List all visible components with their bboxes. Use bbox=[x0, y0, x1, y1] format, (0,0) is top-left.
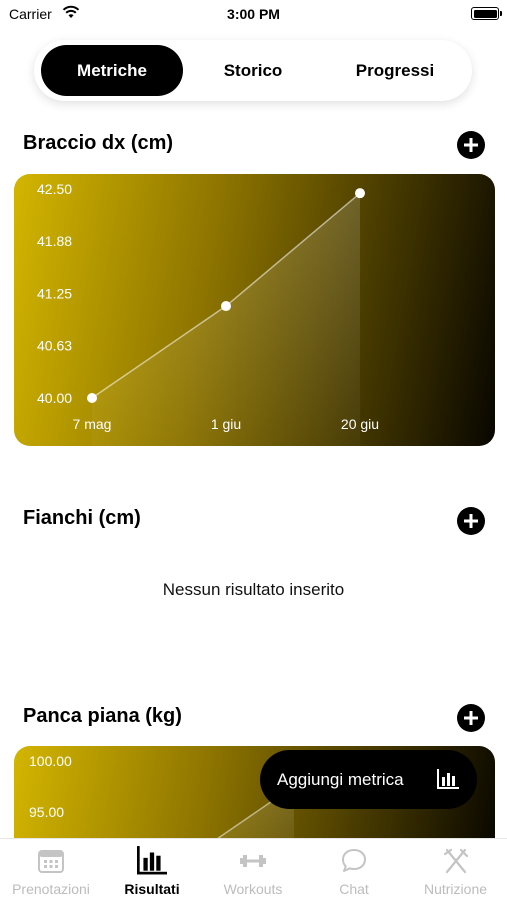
y-tick-label: 40.00 bbox=[37, 390, 72, 406]
chart-braccio: 40.00 40.63 41.25 41.88 42.50 7 mag 1 giu 20 gi… bbox=[37, 181, 379, 446]
x-tick-label: 20 giu bbox=[341, 416, 379, 432]
tab-label: Risultati bbox=[124, 881, 180, 897]
section-title-fianchi: Fianchi (cm) bbox=[23, 507, 141, 529]
tab-label: Workouts bbox=[223, 881, 283, 897]
tab-label: Nutrizione bbox=[423, 881, 488, 897]
series-area bbox=[92, 193, 360, 446]
dumbbell-icon bbox=[240, 855, 266, 867]
add-panca-button[interactable] bbox=[457, 704, 485, 732]
calendar-icon bbox=[38, 850, 64, 873]
tab-prenotazioni[interactable]: Prenotazioni bbox=[0, 839, 102, 900]
tab-label: Prenotazioni bbox=[12, 881, 90, 897]
plus-icon bbox=[464, 138, 478, 152]
clock: 3:00 PM bbox=[227, 6, 280, 22]
battery-icon bbox=[471, 7, 502, 20]
x-tick-label: 7 mag bbox=[73, 416, 112, 432]
tab-risultati[interactable]: Risultati bbox=[102, 839, 202, 900]
empty-message: Nessun risultato inserito bbox=[162, 580, 345, 599]
y-tick-label: 41.88 bbox=[37, 233, 72, 249]
tab-metriche[interactable]: Metriche bbox=[41, 45, 183, 96]
tab-chat[interactable]: Chat bbox=[304, 839, 404, 900]
bar-chart-icon bbox=[437, 769, 459, 789]
y-tick-label: 100.00 bbox=[29, 753, 72, 769]
tab-workouts[interactable]: Workouts bbox=[202, 839, 304, 900]
tab-nutrizione[interactable]: Nutrizione bbox=[404, 839, 507, 900]
plus-icon bbox=[464, 711, 478, 725]
tab-label: Chat bbox=[339, 881, 369, 897]
add-braccio-button[interactable] bbox=[457, 131, 485, 159]
add-fianchi-button[interactable] bbox=[457, 507, 485, 535]
segmented-control: Metriche Storico Progressi bbox=[34, 40, 472, 101]
y-tick-label: 40.63 bbox=[37, 337, 72, 353]
status-bar: Carrier 3:00 PM bbox=[0, 0, 507, 30]
section-title-panca: Panca piana (kg) bbox=[23, 705, 182, 727]
y-tick-label: 41.25 bbox=[37, 286, 72, 302]
section-title-braccio: Braccio dx (cm) bbox=[23, 132, 174, 154]
y-tick-label: 95.00 bbox=[29, 804, 64, 820]
bar-chart-icon bbox=[137, 846, 167, 875]
data-point[interactable] bbox=[87, 393, 97, 403]
add-metric-label: Aggiungi metrica bbox=[277, 769, 404, 789]
tab-progressi[interactable]: Progressi bbox=[324, 45, 466, 96]
chat-bubble-icon bbox=[342, 849, 366, 872]
plus-icon bbox=[464, 514, 478, 528]
data-point[interactable] bbox=[355, 188, 365, 199]
x-tick-label: 1 giu bbox=[211, 416, 241, 432]
fork-knife-icon bbox=[443, 848, 468, 874]
chart-card-braccio: 40.00 40.63 41.25 41.88 42.50 7 mag 1 giu 20 gi… bbox=[14, 174, 495, 446]
tab-bar: Prenotazioni Risultati Workouts Chat Nut… bbox=[0, 838, 507, 900]
data-point[interactable] bbox=[221, 301, 231, 312]
y-tick-label: 42.50 bbox=[37, 181, 72, 197]
add-metric-button[interactable]: Aggiungi metrica bbox=[260, 750, 477, 809]
tab-storico[interactable]: Storico bbox=[192, 45, 314, 96]
